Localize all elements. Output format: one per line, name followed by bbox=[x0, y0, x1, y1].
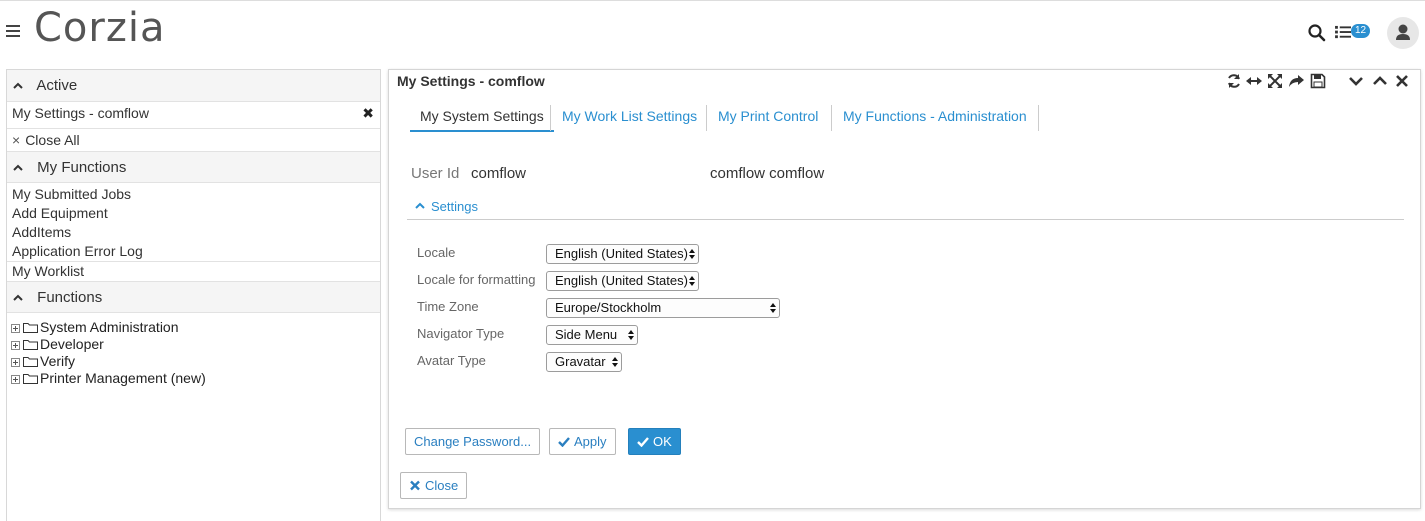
check-icon bbox=[637, 437, 649, 447]
locale-select[interactable]: English (United States) bbox=[546, 244, 699, 264]
expand-icon[interactable] bbox=[11, 324, 20, 333]
app-header: Corzia 12 bbox=[0, 0, 1425, 60]
locale-formatting-value: English (United States) bbox=[555, 273, 688, 288]
expand-icon[interactable] bbox=[11, 358, 20, 367]
tab-my-print-control[interactable]: My Print Control bbox=[708, 104, 828, 132]
user-full-name: comflow comflow bbox=[710, 165, 825, 182]
hamburger-menu-icon[interactable] bbox=[6, 25, 20, 39]
navigator-type-select[interactable]: Side Menu bbox=[546, 325, 638, 345]
tree-node-label: Printer Management (new) bbox=[40, 370, 206, 386]
time-zone-select[interactable]: Europe/Stockholm bbox=[546, 298, 780, 318]
my-functions-title: My Functions bbox=[37, 159, 127, 176]
folder-icon bbox=[23, 340, 38, 350]
active-section-header[interactable]: Active bbox=[7, 70, 380, 102]
chevron-up-icon[interactable] bbox=[1372, 73, 1388, 89]
worklist-count-badge: 12 bbox=[1351, 24, 1371, 38]
active-item-label: My Settings - comflow bbox=[12, 105, 149, 121]
expand-icon[interactable] bbox=[1267, 73, 1283, 89]
select-arrows-icon bbox=[770, 303, 776, 313]
user-icon bbox=[1396, 24, 1410, 40]
tree-node[interactable]: Printer Management (new) bbox=[7, 370, 380, 387]
tree-node-label: Verify bbox=[40, 353, 76, 369]
resize-horizontal-icon[interactable] bbox=[1246, 73, 1262, 89]
chevron-up-icon bbox=[13, 294, 23, 301]
settings-section-toggle[interactable]: Settings bbox=[415, 199, 478, 214]
sidebar: Active My Settings - comflow ✖ × Close Al… bbox=[6, 69, 381, 521]
worklist-button[interactable]: 12 bbox=[1335, 23, 1371, 43]
close-all-label: Close All bbox=[25, 132, 80, 148]
my-functions-section-header[interactable]: My Functions bbox=[7, 151, 380, 183]
close-panel-icon[interactable] bbox=[1394, 73, 1410, 89]
locale-formatting-label: Locale for formatting bbox=[417, 272, 536, 287]
avatar-type-label: Avatar Type bbox=[417, 353, 486, 368]
user-id-value: comflow bbox=[471, 165, 527, 182]
close-label: Close bbox=[425, 478, 459, 493]
user-avatar[interactable] bbox=[1387, 17, 1419, 49]
apply-button[interactable]: Apply bbox=[549, 428, 616, 455]
settings-panel: My Settings - comflow My System Settings… bbox=[388, 69, 1421, 509]
close-icon[interactable]: ✖ bbox=[362, 102, 374, 124]
tab-my-functions-administration[interactable]: My Functions - Administration bbox=[833, 104, 1037, 132]
tab-my-work-list-settings[interactable]: My Work List Settings bbox=[552, 104, 707, 132]
chevron-up-icon bbox=[13, 164, 23, 171]
select-arrows-icon bbox=[689, 276, 695, 286]
tree-node[interactable]: System Administration bbox=[7, 319, 380, 336]
avatar-type-select[interactable]: Gravatar bbox=[546, 352, 622, 372]
navigator-type-label: Navigator Type bbox=[417, 326, 505, 341]
folder-icon bbox=[23, 374, 38, 384]
expand-icon[interactable] bbox=[11, 375, 20, 384]
user-id-label: User Id bbox=[411, 165, 460, 182]
tree-node-label: System Administration bbox=[40, 319, 179, 335]
settings-section-title: Settings bbox=[431, 199, 478, 214]
corzia-logo[interactable]: Corzia bbox=[34, 5, 165, 51]
expand-icon[interactable] bbox=[11, 341, 20, 350]
chevron-down-icon[interactable] bbox=[1348, 73, 1364, 89]
save-icon[interactable] bbox=[1310, 73, 1326, 89]
select-arrows-icon bbox=[612, 357, 618, 367]
avatar-type-value: Gravatar bbox=[555, 354, 606, 369]
active-section-title: Active bbox=[36, 77, 78, 94]
locale-formatting-select[interactable]: English (United States) bbox=[546, 271, 699, 291]
time-zone-value: Europe/Stockholm bbox=[555, 300, 662, 315]
functions-section-header[interactable]: Functions bbox=[7, 281, 380, 313]
close-icon bbox=[410, 480, 420, 491]
search-icon[interactable] bbox=[1307, 23, 1327, 43]
my-function-item[interactable]: AddItems bbox=[7, 223, 380, 242]
folder-icon bbox=[23, 323, 38, 333]
close-all-link[interactable]: × Close All bbox=[7, 129, 380, 151]
tree-node[interactable]: Verify bbox=[7, 353, 380, 370]
my-worklist-link[interactable]: My Worklist bbox=[7, 261, 380, 281]
refresh-icon[interactable] bbox=[1226, 73, 1242, 89]
chevron-up-icon bbox=[13, 82, 23, 89]
functions-title: Functions bbox=[37, 289, 103, 306]
tree-node-label: Developer bbox=[40, 336, 104, 352]
tab-my-system-settings[interactable]: My System Settings bbox=[410, 104, 554, 132]
select-arrows-icon bbox=[628, 330, 634, 340]
panel-toolbar bbox=[1226, 73, 1416, 91]
my-function-item[interactable]: Application Error Log bbox=[7, 242, 380, 261]
check-icon bbox=[558, 437, 570, 447]
active-item[interactable]: My Settings - comflow ✖ bbox=[7, 102, 380, 129]
time-zone-label: Time Zone bbox=[417, 299, 479, 314]
my-function-item[interactable]: My Submitted Jobs bbox=[7, 185, 380, 204]
change-password-button[interactable]: Change Password... bbox=[405, 428, 541, 455]
apply-label: Apply bbox=[574, 434, 607, 449]
panel-title: My Settings - comflow bbox=[397, 73, 545, 89]
close-button[interactable]: Close bbox=[400, 472, 468, 499]
navigator-type-value: Side Menu bbox=[555, 327, 618, 342]
folder-icon bbox=[23, 357, 38, 367]
select-arrows-icon bbox=[689, 249, 695, 259]
list-icon bbox=[1335, 25, 1351, 39]
locale-value: English (United States) bbox=[555, 246, 688, 261]
ok-label: OK bbox=[653, 434, 672, 449]
functions-tree: System Administration Developer Verify P… bbox=[7, 313, 380, 387]
ok-button[interactable]: OK bbox=[628, 428, 681, 455]
share-icon[interactable] bbox=[1288, 73, 1304, 89]
chevron-up-icon bbox=[415, 202, 425, 209]
my-function-item[interactable]: Add Equipment bbox=[7, 204, 380, 223]
close-small-icon: × bbox=[12, 132, 21, 148]
tree-node[interactable]: Developer bbox=[7, 336, 380, 353]
locale-label: Locale bbox=[417, 245, 456, 260]
